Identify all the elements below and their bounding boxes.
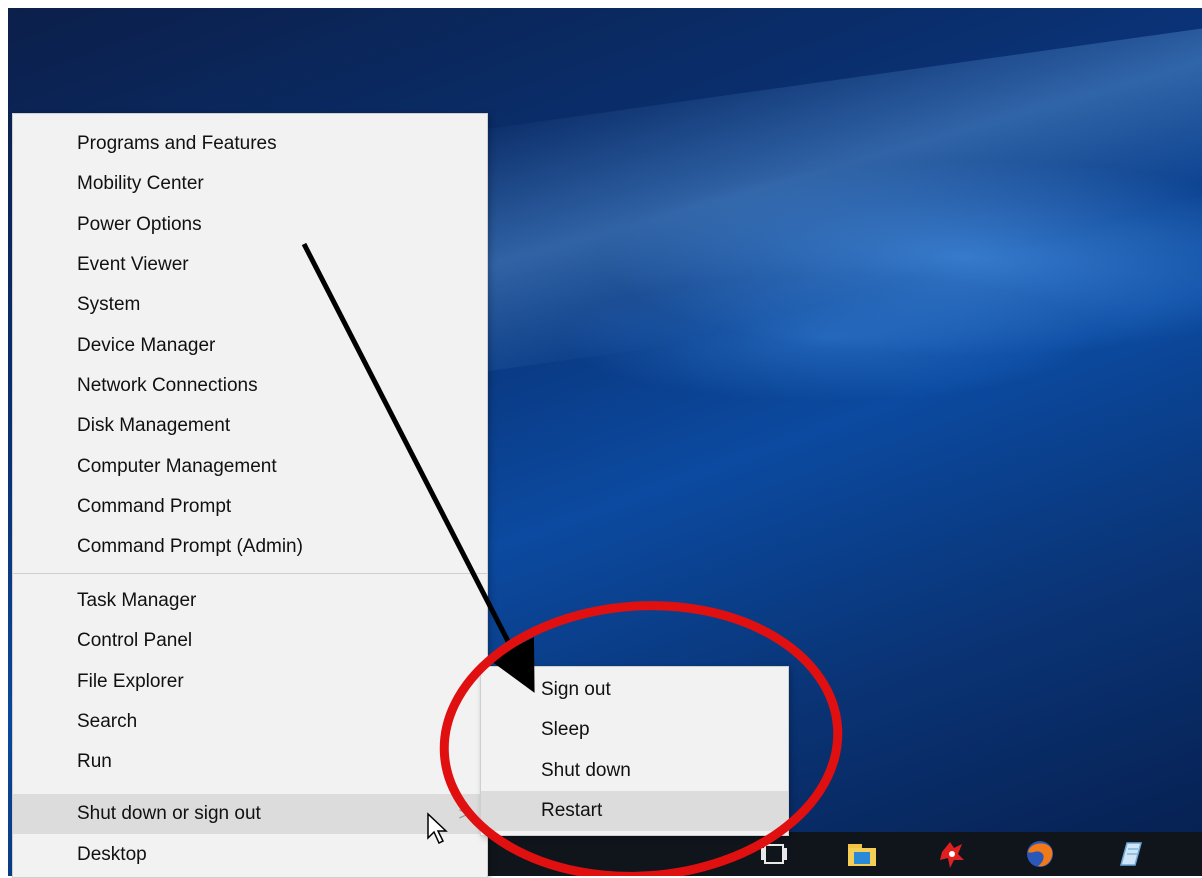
wallpaper-light-beam: [395, 16, 1202, 380]
menu-item-command-prompt[interactable]: Command Prompt: [13, 487, 487, 527]
firefox-icon[interactable]: [1018, 832, 1062, 876]
menu-item-desktop[interactable]: Desktop: [13, 835, 487, 875]
menu-item-task-manager[interactable]: Task Manager: [13, 581, 487, 621]
winx-power-user-menu: Programs and Features Mobility Center Po…: [12, 113, 488, 878]
menu-item-programs-and-features[interactable]: Programs and Features: [13, 124, 487, 164]
chevron-right-icon: >: [458, 804, 469, 824]
submenu-item-sign-out[interactable]: Sign out: [481, 670, 788, 710]
menu-item-run[interactable]: Run: [13, 742, 487, 782]
menu-item-device-manager[interactable]: Device Manager: [13, 326, 487, 366]
menu-item-shut-down-or-sign-out[interactable]: Shut down or sign out >: [13, 794, 487, 834]
task-view-icon[interactable]: [752, 832, 796, 876]
submenu-item-shut-down[interactable]: Shut down: [481, 751, 788, 791]
mouse-pointer-icon: [427, 812, 448, 845]
menu-item-file-explorer[interactable]: File Explorer: [13, 662, 487, 702]
menu-item-power-options[interactable]: Power Options: [13, 205, 487, 245]
menu-item-network-connections[interactable]: Network Connections: [13, 366, 487, 406]
shutdown-submenu: Sign out Sleep Shut down Restart: [480, 666, 789, 836]
menu-item-command-prompt-admin[interactable]: Command Prompt (Admin): [13, 527, 487, 567]
file-explorer-icon[interactable]: [840, 832, 884, 876]
menu-item-control-panel[interactable]: Control Panel: [13, 621, 487, 661]
menu-separator: [13, 573, 487, 574]
notepad-icon[interactable]: [1108, 832, 1152, 876]
menu-item-shut-down-label: Shut down or sign out: [77, 803, 261, 824]
menu-item-computer-management[interactable]: Computer Management: [13, 447, 487, 487]
menu-item-mobility-center[interactable]: Mobility Center: [13, 164, 487, 204]
red-app-icon[interactable]: [930, 832, 974, 876]
submenu-item-sleep[interactable]: Sleep: [481, 710, 788, 750]
menu-item-system[interactable]: System: [13, 285, 487, 325]
menu-item-disk-management[interactable]: Disk Management: [13, 406, 487, 446]
menu-item-event-viewer[interactable]: Event Viewer: [13, 245, 487, 285]
menu-item-search[interactable]: Search: [13, 702, 487, 742]
submenu-item-restart[interactable]: Restart: [481, 791, 788, 831]
